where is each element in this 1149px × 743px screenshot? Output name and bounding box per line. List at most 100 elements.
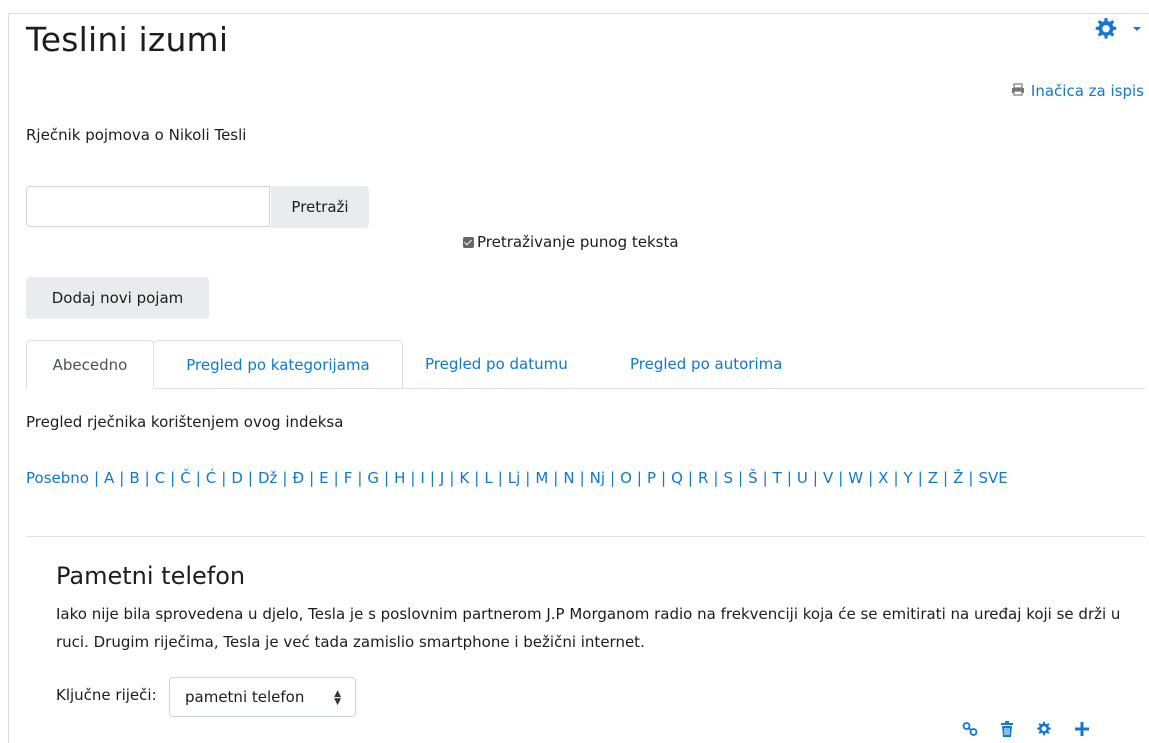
letter-separator: |	[579, 469, 585, 487]
letter-separator: |	[893, 469, 899, 487]
letter-link[interactable]: R	[698, 469, 708, 487]
tabs-baseline	[26, 388, 1145, 389]
letter-separator: |	[333, 469, 339, 487]
search-input[interactable]	[26, 186, 270, 227]
letter-link[interactable]: D	[231, 469, 243, 487]
print-version-label: Inačica za ispis	[1030, 82, 1144, 100]
letter-separator: |	[610, 469, 616, 487]
tab-label: Pregled po autorima	[630, 355, 783, 373]
tab-by-date[interactable]: Pregled po datumu	[425, 340, 568, 388]
glossary-intro: Rječnik pojmova o Nikoli Tesli	[26, 126, 247, 144]
letter-link[interactable]: SVE	[978, 469, 1007, 487]
letter-link[interactable]: M	[535, 469, 548, 487]
letter-link[interactable]: C	[155, 469, 165, 487]
letter-link[interactable]: U	[797, 469, 808, 487]
gear-icon	[1094, 17, 1118, 41]
entry-title: Pametni telefon	[56, 562, 246, 590]
print-version-link[interactable]: Inačica za ispis	[1011, 82, 1144, 100]
select-arrows-icon: ▲ ▼	[334, 689, 341, 707]
letter-link[interactable]: Č	[180, 469, 190, 487]
printer-icon	[1011, 82, 1025, 100]
letter-link[interactable]: Dž	[258, 469, 277, 487]
settings-menu-button[interactable]	[1094, 17, 1142, 41]
tab-alphabetical[interactable]: Abecedno	[26, 340, 154, 389]
letter-link[interactable]: Lj	[508, 469, 521, 487]
page-title: Teslini izumi	[26, 20, 229, 59]
letter-separator: |	[838, 469, 844, 487]
tab-by-author[interactable]: Pregled po autorima	[630, 340, 782, 388]
letter-separator: |	[384, 469, 390, 487]
trash-icon[interactable]	[1000, 721, 1014, 741]
letter-link[interactable]: Y	[904, 469, 913, 487]
letter-separator: |	[812, 469, 818, 487]
letter-link[interactable]: T	[773, 469, 782, 487]
letter-separator: |	[553, 469, 559, 487]
entry-definition: Iako nije bila sprovedena u djelo, Tesla…	[56, 605, 1121, 651]
fulltext-label: Pretraživanje punog teksta	[477, 233, 679, 251]
letter-separator: |	[968, 469, 974, 487]
letter-link[interactable]: F	[344, 469, 353, 487]
fulltext-search-option[interactable]: Pretraživanje punog teksta	[463, 233, 679, 251]
alphabet-index: Posebno | A | B | C | Č | Ć | D | Dž | Đ | E | F | G | H | I | J | K | L…	[26, 464, 1141, 492]
letter-link[interactable]: L	[484, 469, 492, 487]
letter-separator: |	[119, 469, 125, 487]
letter-link[interactable]: P	[647, 469, 656, 487]
entry-actions	[962, 721, 1090, 741]
letter-link[interactable]: S	[723, 469, 733, 487]
letter-separator: |	[687, 469, 693, 487]
letter-link[interactable]: Q	[671, 469, 683, 487]
letter-link[interactable]: Š	[748, 469, 758, 487]
keywords-select[interactable]: pametni telefon ▲ ▼	[169, 677, 356, 717]
tab-label: Pregled po kategorijama	[186, 355, 370, 374]
letter-separator: |	[357, 469, 363, 487]
add-entry-button[interactable]: Dodaj novi pojam	[26, 277, 209, 319]
letter-link[interactable]: J	[440, 469, 444, 487]
link-icon[interactable]	[962, 721, 978, 741]
letter-link[interactable]: V	[823, 469, 833, 487]
letter-link[interactable]: Z	[928, 469, 938, 487]
letter-separator: |	[525, 469, 531, 487]
search-button[interactable]: Pretraži	[271, 186, 369, 228]
entry-divider	[26, 536, 1145, 537]
letter-link[interactable]: A	[104, 469, 114, 487]
letter-link[interactable]: N	[563, 469, 574, 487]
letter-separator: |	[943, 469, 949, 487]
letter-separator: |	[195, 469, 201, 487]
letter-link[interactable]: Ć	[206, 469, 216, 487]
letter-separator: |	[144, 469, 150, 487]
letter-separator: |	[762, 469, 768, 487]
letter-separator: |	[917, 469, 923, 487]
keywords-selected-value: pametni telefon	[185, 688, 305, 706]
letter-separator: |	[449, 469, 455, 487]
letter-separator: |	[410, 469, 416, 487]
fulltext-checkbox[interactable]	[463, 236, 474, 248]
letter-link[interactable]: I	[420, 469, 424, 487]
gear-icon[interactable]	[1036, 721, 1052, 741]
letter-link[interactable]: Đ	[292, 469, 304, 487]
letter-link[interactable]: X	[878, 469, 888, 487]
letter-separator: |	[474, 469, 480, 487]
letter-link[interactable]: B	[129, 469, 139, 487]
browse-index-text: Pregled rječnika korištenjem ovog indeks…	[26, 413, 344, 431]
letter-separator: |	[282, 469, 288, 487]
tab-by-category[interactable]: Pregled po kategorijama	[153, 340, 403, 388]
letter-separator: |	[429, 469, 435, 487]
letter-separator: |	[786, 469, 792, 487]
letter-separator: |	[636, 469, 642, 487]
letter-link[interactable]: Nj	[590, 469, 605, 487]
letter-link[interactable]: K	[459, 469, 469, 487]
letter-link[interactable]: Ž	[953, 469, 963, 487]
frame-left-border	[8, 13, 9, 743]
letter-link[interactable]: H	[394, 469, 405, 487]
keywords-label: Ključne riječi:	[56, 686, 157, 704]
letter-separator: |	[221, 469, 227, 487]
letter-link[interactable]: Posebno	[26, 469, 89, 487]
frame-top-border	[8, 13, 1149, 14]
plus-icon[interactable]	[1074, 721, 1090, 741]
letter-link[interactable]: E	[319, 469, 328, 487]
letter-link[interactable]: W	[848, 469, 863, 487]
letter-link[interactable]: G	[367, 469, 379, 487]
letter-separator: |	[309, 469, 315, 487]
letter-link[interactable]: O	[620, 469, 632, 487]
letter-separator: |	[661, 469, 667, 487]
